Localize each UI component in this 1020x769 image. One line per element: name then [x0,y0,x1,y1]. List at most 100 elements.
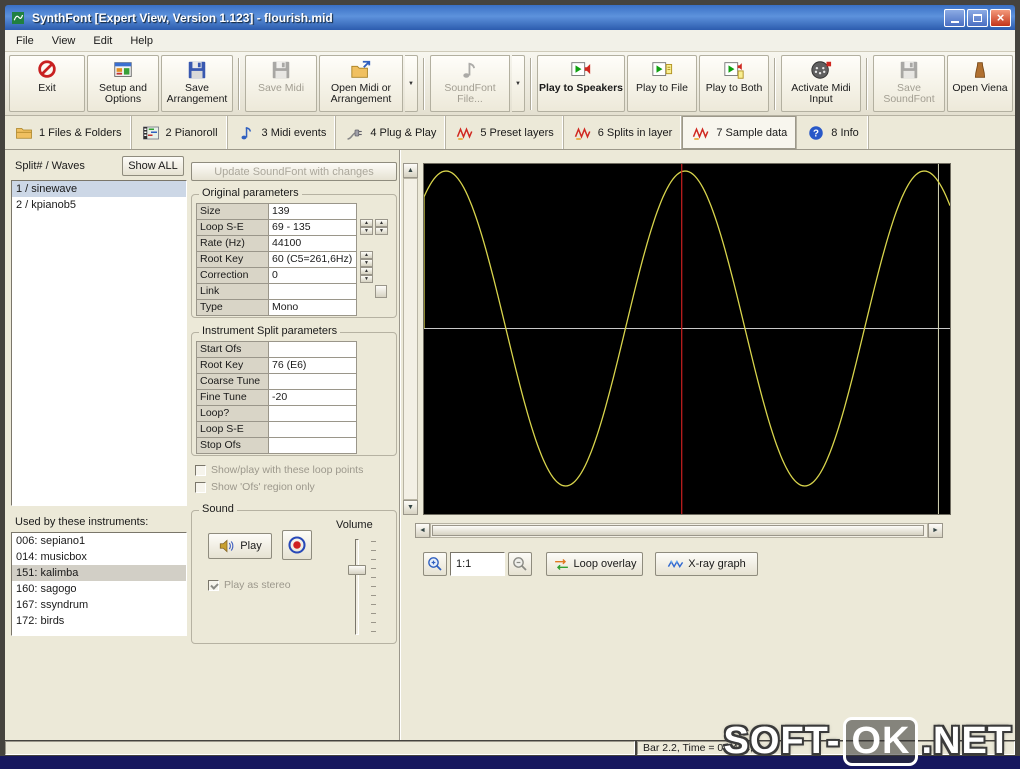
horizontal-scrollbar-thumb[interactable] [432,525,924,536]
open-midi-arrangement-button[interactable]: Open Midi or Arrangement [319,55,403,112]
correction-spinner[interactable]: ▲ ▼ [360,267,373,283]
row-value[interactable] [269,438,357,454]
play-button[interactable]: Play [208,533,272,559]
menu-help[interactable]: Help [121,32,162,50]
row-value[interactable]: 44100 [269,236,357,252]
pianoroll-icon [141,124,161,142]
zoom-in-button[interactable] [423,552,447,576]
setup-options-button[interactable]: Setup and Options [87,55,159,112]
spin-down-icon[interactable]: ▼ [360,275,373,283]
row-value[interactable]: 60 (C5=261,6Hz) [269,252,357,268]
play-to-both-button[interactable]: Play to Both [699,55,769,112]
play-as-stereo-checkbox[interactable]: Play as stereo [208,579,291,591]
tab-splits-in-layer[interactable]: 6 Splits in layer [564,116,683,149]
zoom-out-button[interactable] [508,552,532,576]
save-midi-button[interactable]: Save Midi [245,55,317,112]
instruments-list[interactable]: 006: sepiano1 014: musicbox 151: kalimba… [11,532,187,636]
show-loop-points-checkbox[interactable]: Show/play with these loop points [195,464,363,476]
tab-sample-data[interactable]: 7 Sample data [682,116,798,149]
open-viena-button[interactable]: Open Viena [947,55,1013,112]
activate-midi-input-button[interactable]: Activate Midi Input [781,55,861,112]
tab-info[interactable]: 8 Info [797,116,869,149]
waves-list[interactable]: 1 / sinewave 2 / kpianob5 [11,180,187,506]
link-picker-button[interactable] [375,285,387,298]
split-parameters-table: Start Ofs Root Key 76 (E6) Coarse Tune Fi… [196,341,357,454]
row-value[interactable]: -20 [269,390,357,406]
play-to-speakers-button[interactable]: Play to Speakers [537,55,625,112]
watermark-text: .NET [921,720,1012,762]
horizontal-scroll-left-button[interactable]: ◄ [415,523,430,538]
vertical-scrollbar-track[interactable] [403,178,418,500]
tab-preset-layers[interactable]: 5 Preset layers [446,116,564,149]
row-value[interactable]: 69 - 135 [269,220,357,236]
vertical-scroll-down-button[interactable]: ▼ [403,500,418,515]
row-value[interactable] [269,422,357,438]
root-key-spinner[interactable]: ▲ ▼ [360,251,373,267]
loop-start-spinner[interactable]: ▲ ▼ [360,219,373,235]
list-item-instrument[interactable]: 172: birds [12,613,186,629]
soundfont-file-button[interactable]: SoundFont File... [430,55,510,112]
show-ofs-region-checkbox[interactable]: Show 'Ofs' region only [195,481,315,493]
row-value[interactable] [269,342,357,358]
horizontal-scroll-right-button[interactable]: ► [928,523,943,538]
vertical-scroll-up-button[interactable]: ▲ [403,163,418,178]
list-item-instrument[interactable]: 151: kalimba [12,565,186,581]
row-value[interactable]: 139 [269,204,357,220]
save-soundfont-button[interactable]: Save SoundFont [873,55,945,112]
tab-plug-play[interactable]: 4 Plug & Play [336,116,447,149]
update-soundfont-button[interactable]: Update SoundFont with changes [191,162,397,181]
waveform-panel[interactable] [423,163,951,515]
title-bar[interactable]: SynthFont [Expert View, Version 1.123] -… [5,5,1015,30]
menu-file[interactable]: File [7,32,43,50]
xray-graph-button[interactable]: X-ray graph [655,552,758,576]
soundfont-dropdown[interactable]: ▼ [512,55,525,112]
row-value[interactable]: Mono [269,300,357,316]
chevron-down-icon: ▼ [408,80,414,87]
save-arrangement-button[interactable]: Save Arrangement [161,55,233,112]
spin-up-icon[interactable]: ▲ [375,219,388,227]
row-value[interactable] [269,374,357,390]
slider-thumb[interactable] [348,565,366,575]
row-value[interactable] [269,284,357,300]
list-item-wave-2[interactable]: 2 / kpianob5 [12,197,186,213]
button-label: Play [240,540,262,552]
group-title: Sound [199,503,237,515]
zoom-level-field[interactable]: 1:1 [450,552,505,576]
minimize-button[interactable] [944,8,965,27]
play-to-file-button[interactable]: Play to File [627,55,697,112]
row-value[interactable]: 76 (E6) [269,358,357,374]
list-item-instrument[interactable]: 014: musicbox [12,549,186,565]
spin-up-icon[interactable]: ▲ [360,219,373,227]
tab-pianoroll[interactable]: 2 Pianoroll [132,116,228,149]
tab-midi-events[interactable]: 3 Midi events [228,116,337,149]
list-item-instrument[interactable]: 167: ssyndrum [12,597,186,613]
spin-down-icon[interactable]: ▼ [360,259,373,267]
volume-slider[interactable] [348,537,378,637]
row-value[interactable] [269,406,357,422]
loop-overlay-button[interactable]: Loop overlay [546,552,643,576]
loop-end-spinner[interactable]: ▲ ▼ [375,219,388,235]
sound-option-button[interactable] [282,530,312,560]
tab-files-folders[interactable]: 1 Files & Folders [5,116,132,149]
spin-down-icon[interactable]: ▼ [375,227,388,235]
list-item-wave-1[interactable]: 1 / sinewave [12,181,186,197]
show-all-button[interactable]: Show ALL [122,156,184,176]
maximize-icon [973,13,982,22]
checkbox-icon [195,481,206,493]
maximize-button[interactable] [967,8,988,27]
row-value[interactable]: 0 [269,268,357,284]
list-item-instrument[interactable]: 006: sepiano1 [12,533,186,549]
close-button[interactable]: × [990,8,1011,27]
horizontal-scrollbar-track[interactable] [430,523,928,538]
spin-up-icon[interactable]: ▲ [360,267,373,275]
exit-button[interactable]: Exit [9,55,85,112]
spin-down-icon[interactable]: ▼ [360,227,373,235]
waveform-display[interactable] [424,164,950,514]
open-midi-dropdown[interactable]: ▼ [405,55,418,112]
menu-view[interactable]: View [43,32,85,50]
spin-up-icon[interactable]: ▲ [360,251,373,259]
list-item-instrument[interactable]: 160: sagogo [12,581,186,597]
menu-edit[interactable]: Edit [84,32,121,50]
floppy-icon [269,59,293,81]
note-icon [458,59,482,81]
